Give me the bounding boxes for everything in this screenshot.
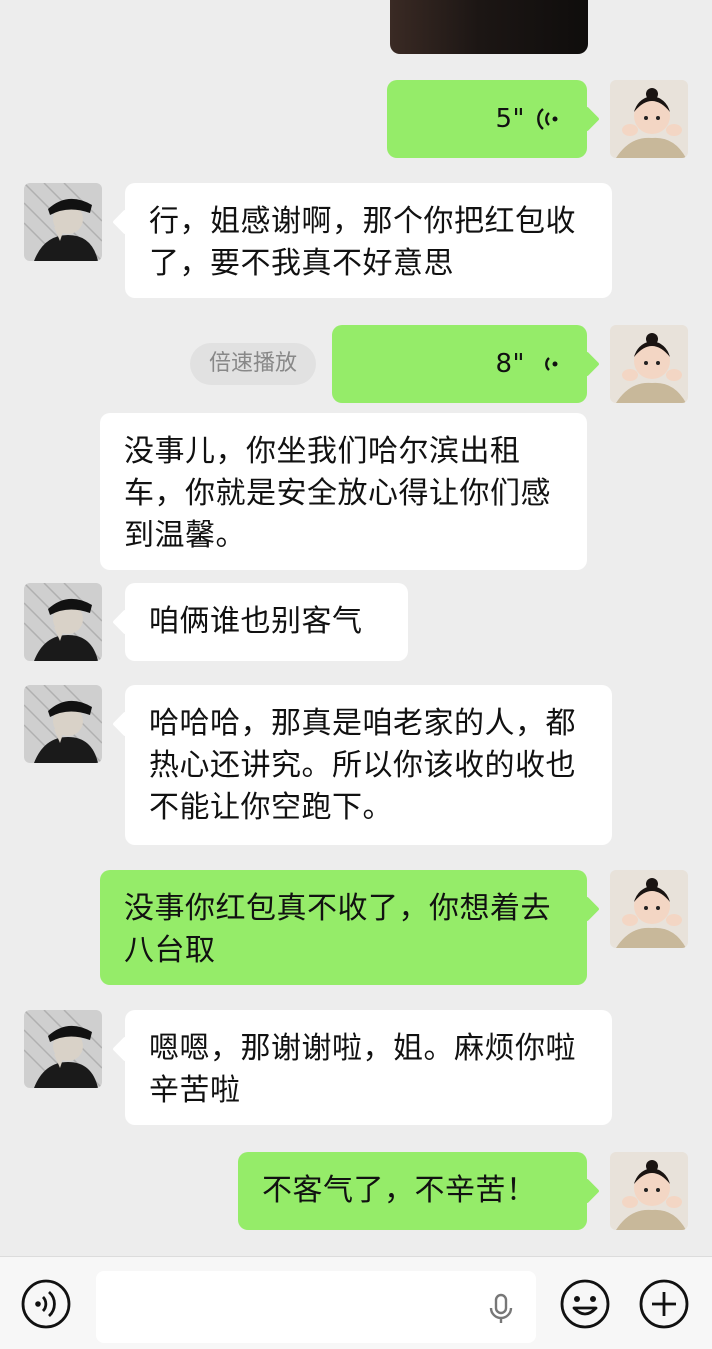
avatar-contact[interactable] [24,183,102,261]
message-text: 行，姐感谢啊，那个你把红包收了，要不我真不好意思 [149,204,576,281]
voice-wave-icon [537,108,558,130]
media-message-partial[interactable] [390,0,588,54]
voice-message-outgoing[interactable]: 5" [387,80,587,158]
avatar-contact[interactable] [24,685,102,763]
message-text: 咱俩谁也别客气 [149,604,363,639]
message-text: 不客气了，不辛苦！ [262,1173,537,1208]
text-message-incoming[interactable]: 嗯嗯，那谢谢啦，姐。麻烦你啦辛苦啦 [125,1010,612,1125]
message-list[interactable]: 5" 行，姐感谢啊，那个你把红包收了，要不我真不好意思 倍速播放 8" 没事儿，… [0,0,712,1256]
text-message-outgoing[interactable]: 没事你红包真不收了，你想着去八台取 [100,870,587,985]
emoji-icon[interactable] [559,1278,611,1330]
speed-playback-button[interactable]: 倍速播放 [190,343,316,385]
avatar-contact[interactable] [24,1010,102,1088]
mic-icon[interactable] [486,1293,516,1325]
message-text: 嗯嗯，那谢谢啦，姐。麻烦你啦辛苦啦 [149,1031,576,1108]
voice-duration: 8" [495,349,525,379]
text-message-incoming[interactable]: 行，姐感谢啊，那个你把红包收了，要不我真不好意思 [125,183,612,298]
message-text: 没事你红包真不收了，你想着去八台取 [124,891,551,968]
message-text: 哈哈哈，那真是咱老家的人，都热心还讲究。所以你该收的收也不能让你空跑下。 [149,706,576,825]
voice-transcription[interactable]: 没事儿，你坐我们哈尔滨出租车，你就是安全放心得让你们感到温馨。 [100,413,587,570]
message-input[interactable] [96,1271,536,1343]
avatar-contact[interactable] [24,583,102,661]
message-text: 没事儿，你坐我们哈尔滨出租车，你就是安全放心得让你们感到温馨。 [124,434,551,553]
avatar-me[interactable] [610,1152,688,1230]
chat-screen: 5" 行，姐感谢啊，那个你把红包收了，要不我真不好意思 倍速播放 8" 没事儿，… [0,0,712,1349]
plus-icon[interactable] [638,1278,690,1330]
voice-mode-icon[interactable] [20,1278,72,1330]
text-message-outgoing[interactable]: 不客气了，不辛苦！ [238,1152,587,1230]
voice-duration: 5" [495,104,525,134]
avatar-me[interactable] [610,325,688,403]
input-bar [0,1256,712,1349]
avatar-me[interactable] [610,80,688,158]
text-message-incoming[interactable]: 咱俩谁也别客气 [125,583,408,661]
voice-message-outgoing[interactable]: 8" [332,325,587,403]
avatar-me[interactable] [610,870,688,948]
voice-wave-icon [545,357,558,371]
text-message-incoming[interactable]: 哈哈哈，那真是咱老家的人，都热心还讲究。所以你该收的收也不能让你空跑下。 [125,685,612,845]
